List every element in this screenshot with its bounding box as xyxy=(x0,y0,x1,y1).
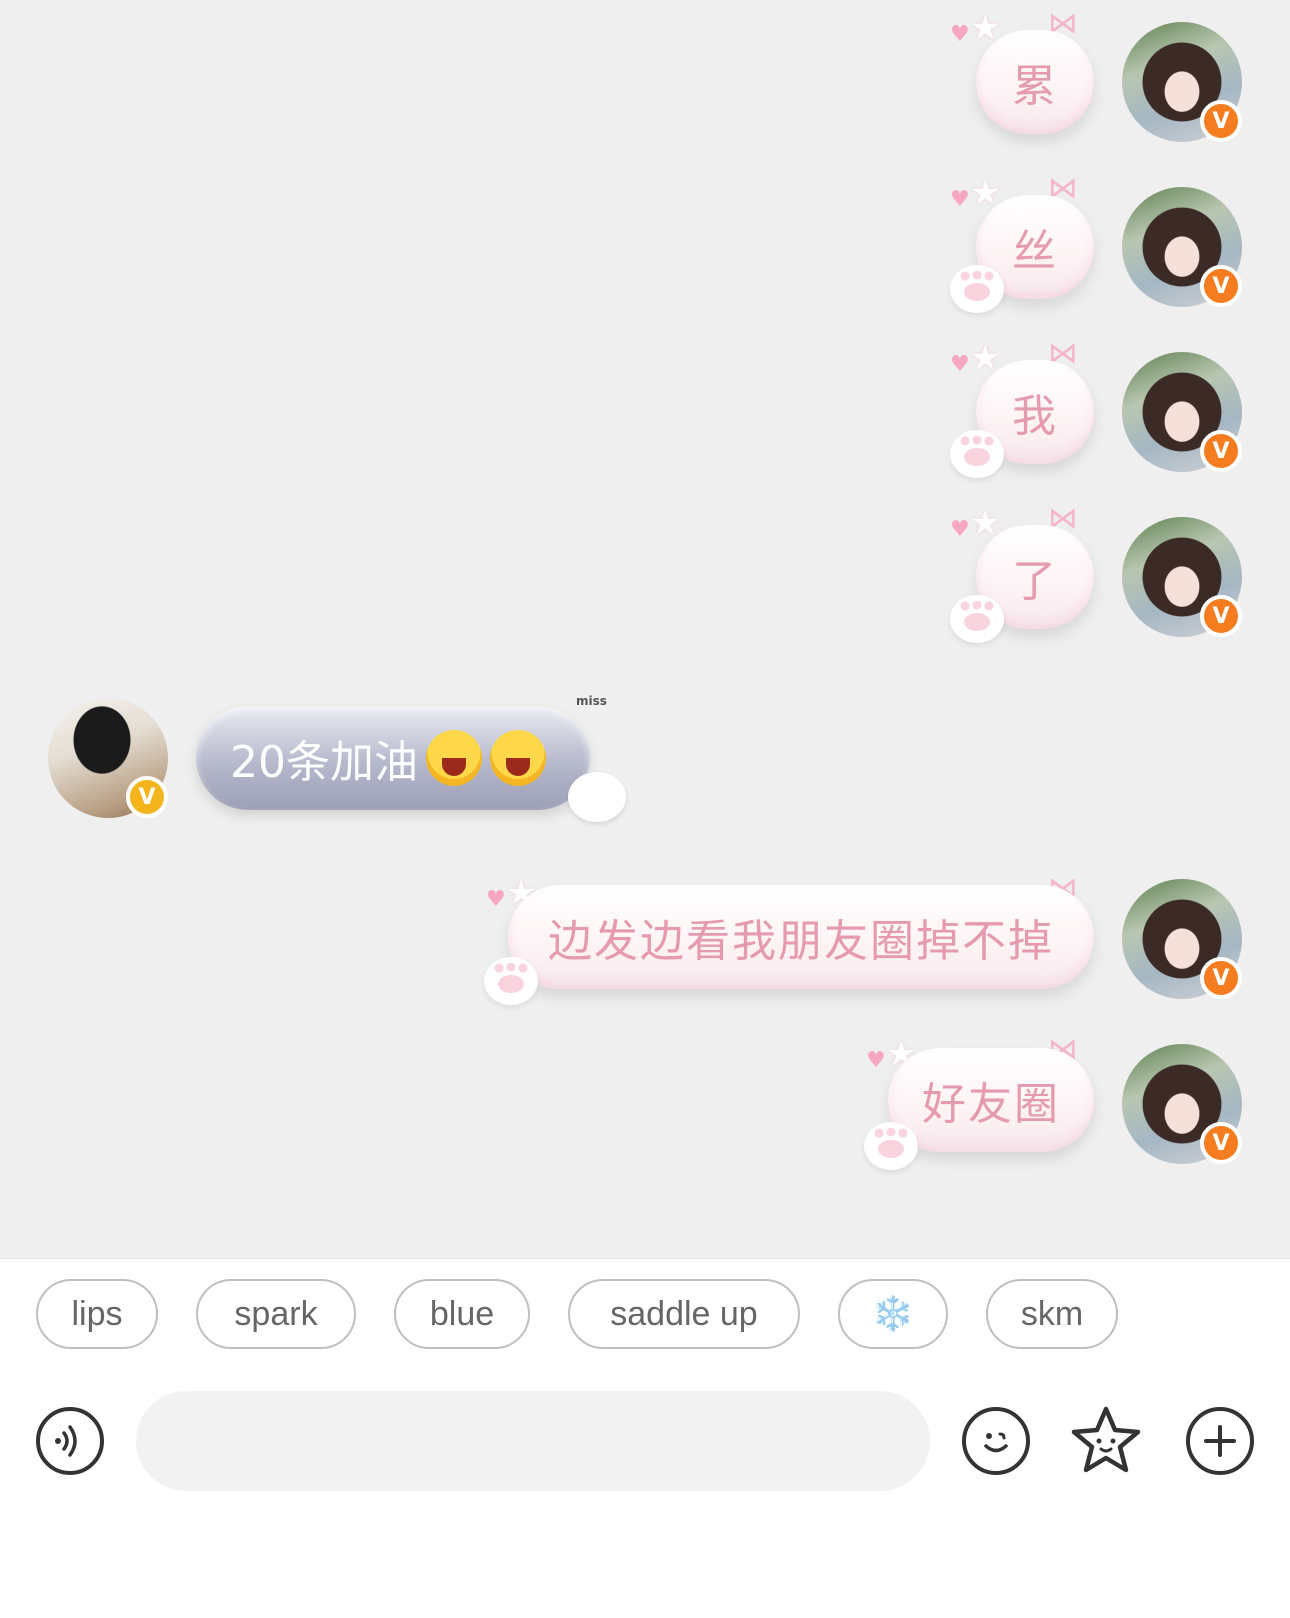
avatar[interactable]: V xyxy=(1122,352,1242,472)
cheering-face-emoji xyxy=(426,730,482,786)
message-text: 边发边看我朋友圈掉不掉 xyxy=(548,916,1054,967)
sticker-button[interactable] xyxy=(1068,1403,1144,1479)
quick-reply-chip[interactable]: skm xyxy=(986,1279,1118,1349)
message-text: 了 xyxy=(1012,556,1058,607)
avatar[interactable]: V xyxy=(1122,187,1242,307)
verified-badge: V xyxy=(1200,1122,1242,1164)
avatar[interactable]: V xyxy=(1122,517,1242,637)
heart-decoration: ♥ xyxy=(950,187,970,212)
quick-reply-chip[interactable]: saddle up xyxy=(568,1279,800,1349)
cheering-face-emoji xyxy=(490,730,546,786)
message-row: V miss 20条加油 xyxy=(0,690,1290,840)
paw-decoration xyxy=(950,430,1004,478)
emoji-icon xyxy=(984,1432,1008,1453)
message-row: ♥ ★ ⋈ 好友圈 V xyxy=(0,1030,1290,1180)
message-row: ♥ ★ ⋈ 我 V xyxy=(0,330,1290,480)
heart-decoration: ♥ xyxy=(866,1048,886,1073)
bottom-panel: lips spark blue saddle up ❄️ skm xyxy=(0,1258,1290,1618)
paw-decoration xyxy=(950,265,1004,313)
quick-reply-chip[interactable]: lips xyxy=(36,1279,158,1349)
avatar[interactable]: V xyxy=(48,698,168,818)
quick-reply-chip[interactable]: spark xyxy=(196,1279,356,1349)
message-bubble[interactable]: 20条加油 xyxy=(196,706,590,810)
paw-decoration xyxy=(864,1122,918,1170)
quick-reply-chip[interactable]: blue xyxy=(394,1279,530,1349)
message-input[interactable] xyxy=(136,1391,930,1491)
chat-area[interactable]: ♥ ★ ⋈ 累 V ♥ ★ ⋈ 丝 V ♥ ★ ⋈ 我 V ♥ ★ ⋈ 了 V … xyxy=(0,0,1290,1258)
star-sticker-icon xyxy=(1071,1406,1141,1473)
message-bubble[interactable]: 累 xyxy=(976,30,1094,134)
avatar[interactable]: V xyxy=(1122,879,1242,999)
message-bubble[interactable]: 边发边看我朋友圈掉不掉 xyxy=(508,885,1094,989)
avatar[interactable]: V xyxy=(1122,1044,1242,1164)
paw-decoration xyxy=(950,595,1004,643)
voice-icon xyxy=(55,1425,77,1457)
verified-badge: V xyxy=(1200,595,1242,637)
emoji-button[interactable] xyxy=(962,1407,1030,1475)
voice-button[interactable] xyxy=(36,1407,104,1475)
verified-badge: V xyxy=(1200,100,1242,142)
verified-badge: V xyxy=(1200,265,1242,307)
message-text: 20条加油 xyxy=(230,737,418,788)
cloud-character-decoration xyxy=(568,772,626,822)
more-button[interactable] xyxy=(1186,1407,1254,1475)
verified-badge: V xyxy=(126,776,168,818)
message-bubble[interactable]: 好友圈 xyxy=(888,1048,1094,1152)
message-text: 我 xyxy=(1012,391,1058,442)
paw-decoration xyxy=(484,957,538,1005)
message-row: ♥ ★ ⋈ 边发边看我朋友圈掉不掉 V xyxy=(0,865,1290,1015)
avatar[interactable]: V xyxy=(1122,22,1242,142)
miss-decoration: miss xyxy=(576,694,607,708)
heart-decoration: ♥ xyxy=(486,887,506,912)
heart-decoration: ♥ xyxy=(950,352,970,377)
heart-decoration: ♥ xyxy=(950,517,970,542)
message-text: 累 xyxy=(1012,61,1058,112)
heart-decoration: ♥ xyxy=(950,22,970,47)
verified-badge: V xyxy=(1200,430,1242,472)
message-row: ♥ ★ ⋈ 累 V xyxy=(0,0,1290,150)
quick-reply-chip[interactable]: ❄️ xyxy=(838,1279,948,1349)
plus-icon xyxy=(1204,1425,1236,1457)
message-text: 好友圈 xyxy=(922,1079,1060,1130)
message-row: ♥ ★ ⋈ 了 V xyxy=(0,495,1290,645)
verified-badge: V xyxy=(1200,957,1242,999)
message-text: 丝 xyxy=(1012,226,1058,277)
message-row: ♥ ★ ⋈ 丝 V xyxy=(0,165,1290,315)
